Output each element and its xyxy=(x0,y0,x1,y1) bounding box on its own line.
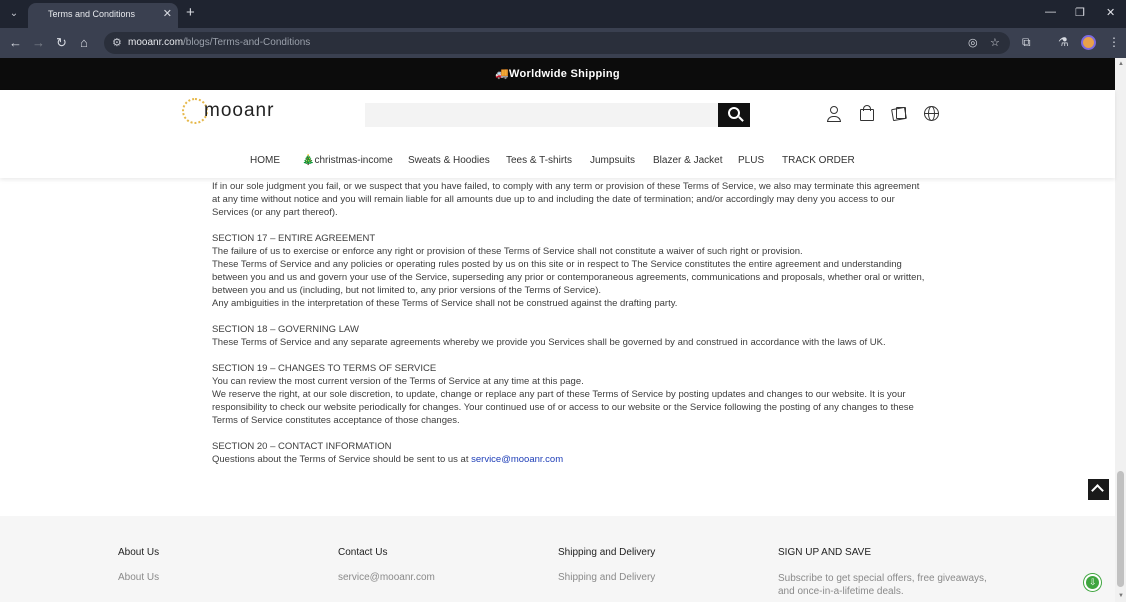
back-icon[interactable]: ← xyxy=(9,35,22,50)
text-line: These Terms of Service and any policies … xyxy=(212,259,902,270)
chrome-menu-icon[interactable]: ⋮ xyxy=(1108,35,1120,49)
back-to-top-button[interactable] xyxy=(1088,479,1109,500)
new-tab-icon[interactable]: + xyxy=(186,4,195,21)
footer-about-heading: About Us xyxy=(118,547,160,558)
scroll-up-icon[interactable]: ▲ xyxy=(1118,61,1124,67)
chevron-up-icon xyxy=(1091,484,1104,497)
section-heading: SECTION 18 – GOVERNING LAW xyxy=(212,324,359,335)
footer-contact-email[interactable]: service@mooanr.com xyxy=(338,572,435,583)
text-line: Terms of Service constitutes acceptance … xyxy=(212,415,460,426)
tab-title: Terms and Conditions xyxy=(48,9,136,19)
bookmark-star-icon[interactable]: ☆ xyxy=(990,36,1000,49)
nav-blazer-jacket[interactable]: Blazer & Jacket xyxy=(653,155,722,166)
labs-icon[interactable]: ⚗ xyxy=(1058,35,1069,49)
nav-track-order[interactable]: TRACK ORDER xyxy=(782,155,855,166)
text-line: We reserve the right, at our sole discre… xyxy=(212,389,906,400)
logo-text: mooanr xyxy=(204,100,275,121)
window-close-icon[interactable]: ✕ xyxy=(1106,6,1115,19)
text-line: The failure of us to exercise or enforce… xyxy=(212,246,803,257)
section-heading: SECTION 19 – CHANGES TO TERMS OF SERVICE xyxy=(212,363,437,374)
text-line: If in our sole judgment you fail, or we … xyxy=(212,181,920,192)
search-input[interactable] xyxy=(365,103,718,127)
text-line: These Terms of Service and any separate … xyxy=(212,337,886,348)
footer-signup-description: Subscribe to get special offers, free gi… xyxy=(778,573,987,597)
home-icon[interactable]: ⌂ xyxy=(80,35,88,50)
text-line: between you and us (including, but not l… xyxy=(212,285,601,296)
text-line: You can review the most current version … xyxy=(212,376,584,387)
url-text[interactable]: mooanr.com/blogs/Terms-and-Conditions xyxy=(128,37,310,48)
scroll-down-icon[interactable]: ▼ xyxy=(1118,593,1124,599)
cart-icon[interactable] xyxy=(857,104,877,124)
nav-tees-tshirts[interactable]: Tees & T-shirts xyxy=(506,155,572,166)
forward-icon[interactable]: → xyxy=(32,35,45,50)
nav-plus[interactable]: PLUS xyxy=(738,155,764,166)
browser-tab-bar: ⌄ Terms and Conditions ✕ + — ❐ ✕ xyxy=(0,0,1126,28)
site-header: mooanr HOME 🎄christmas-income Sweats & H… xyxy=(0,90,1115,178)
chat-icon: ⇩ xyxy=(1089,577,1097,587)
footer-shipping-heading: Shipping and Delivery xyxy=(558,547,656,558)
nav-christmas-income[interactable]: 🎄christmas-income xyxy=(302,155,393,166)
profile-avatar[interactable] xyxy=(1081,35,1096,50)
text-line: between you and us and govern your use o… xyxy=(212,272,925,283)
footer-about-link[interactable]: About Us xyxy=(118,572,159,583)
text-line: responsibility to check our website peri… xyxy=(212,402,914,413)
contact-sentence: Questions about the Terms of Service sho… xyxy=(212,454,469,465)
footer-signup-heading: SIGN UP AND SAVE xyxy=(778,547,871,558)
site-footer: About Us About Us Contact Us service@moo… xyxy=(0,516,1115,602)
address-bar[interactable]: ⚙ mooanr.com/blogs/Terms-and-Conditions … xyxy=(104,32,1010,54)
search-button[interactable] xyxy=(718,103,750,127)
tab-search-icon[interactable]: ⌄ xyxy=(6,6,22,22)
text-line: Services (or any part thereof). xyxy=(212,207,338,218)
section-heading: SECTION 20 – CONTACT INFORMATION xyxy=(212,441,392,452)
footer-contact-heading: Contact Us xyxy=(338,547,388,558)
account-icon[interactable] xyxy=(824,104,844,124)
eye-off-icon[interactable]: ◎ xyxy=(968,36,978,49)
announcement-bar: 🚚Worldwide Shipping xyxy=(0,58,1115,90)
browser-tab[interactable]: Terms and Conditions ✕ xyxy=(28,3,178,28)
tab-close-icon[interactable]: ✕ xyxy=(163,7,172,20)
announcement-text: 🚚Worldwide Shipping xyxy=(495,68,620,80)
section-heading: SECTION 17 – ENTIRE AGREEMENT xyxy=(212,233,376,244)
footer-shipping-link[interactable]: Shipping and Delivery xyxy=(558,572,655,583)
chat-widget-button[interactable]: ⇩ xyxy=(1084,574,1101,591)
nav-sweats-hoodies[interactable]: Sweats & Hoodies xyxy=(408,155,490,166)
wishlist-icon[interactable] xyxy=(890,104,910,124)
browser-toolbar: ← → ↻ ⌂ ⚙ mooanr.com/blogs/Terms-and-Con… xyxy=(0,28,1126,58)
terms-content: longer wish to use our Services, or when… xyxy=(212,167,925,466)
contact-email-link[interactable]: service@mooanr.com xyxy=(471,454,563,465)
extensions-icon[interactable]: ⧉ xyxy=(1022,35,1031,50)
text-line: at any time without notice and you will … xyxy=(212,194,895,205)
reload-icon[interactable]: ↻ xyxy=(56,35,67,51)
text-line: Any ambiguities in the interpretation of… xyxy=(212,298,678,309)
scroll-thumb[interactable] xyxy=(1117,471,1124,587)
page-scrollbar[interactable]: ▲ ▼ xyxy=(1115,58,1126,602)
site-info-icon[interactable]: ⚙ xyxy=(112,36,122,49)
restore-icon[interactable]: ❐ xyxy=(1075,6,1085,19)
nav-home[interactable]: HOME xyxy=(250,155,280,166)
minimize-icon[interactable]: — xyxy=(1045,6,1056,18)
nav-jumpsuits[interactable]: Jumpsuits xyxy=(590,155,635,166)
language-globe-icon[interactable] xyxy=(922,104,942,124)
text-line: Questions about the Terms of Service sho… xyxy=(212,453,912,466)
